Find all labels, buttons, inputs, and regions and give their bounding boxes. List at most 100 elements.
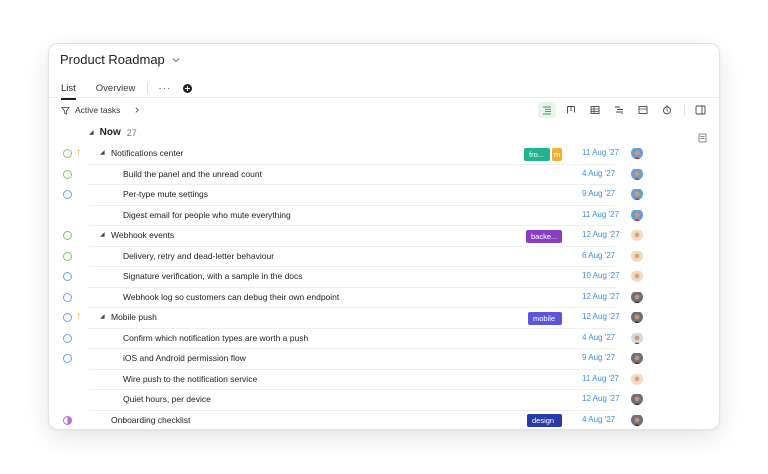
due-date[interactable]: 4 Aug '27 [582,415,615,424]
due-date[interactable]: 12 Aug '27 [582,394,620,403]
collapse-caret-icon[interactable]: ◢ [89,129,94,136]
status-circle-icon[interactable] [63,415,72,425]
assignee-avatar[interactable] [631,147,643,159]
due-date[interactable]: 11 Aug '27 [582,210,619,219]
due-date[interactable]: 11 Aug '27 [582,374,619,383]
assignee-avatar[interactable] [631,270,643,282]
view-tabs: List Overview ··· [61,79,193,100]
tag-badge[interactable]: design [527,414,562,427]
task-name[interactable]: Webhook events [111,230,174,240]
task-name[interactable]: Confirm which notification types are wor… [123,333,308,343]
tabs-divider [49,97,719,98]
status-circle-icon[interactable] [63,251,72,261]
panel-toggle-icon[interactable] [691,102,709,118]
chevron-right-icon[interactable] [133,106,141,114]
task-row[interactable]: Digest email for people who mute everyth… [49,206,719,227]
task-row[interactable]: Onboarding checklist design 4 Aug '27 [49,411,719,430]
page-title: Product Roadmap [60,52,165,67]
status-circle-icon[interactable] [63,354,72,363]
note-icon[interactable] [698,133,707,143]
status-circle-icon[interactable] [63,292,72,302]
task-row[interactable]: Confirm which notification types are wor… [49,329,719,350]
assignee-avatar[interactable] [631,209,643,221]
task-name[interactable]: Digest email for people who mute everyth… [123,210,291,220]
task-name[interactable]: Signature verification, with a sample in… [123,271,303,281]
task-row[interactable]: Webhook log so customers can debug their… [49,288,719,309]
assignee-avatar[interactable] [631,250,643,262]
table-view-icon[interactable] [586,102,604,118]
status-circle-icon[interactable] [63,272,72,281]
page-header: Product Roadmap [60,52,181,67]
group-name: Now [99,127,121,138]
task-list: ↑ ◢ Notifications center m fro... 11 Aug '27 B… [49,144,719,430]
timeline-view-icon[interactable] [610,102,628,118]
task-name[interactable]: Onboarding checklist [111,415,190,425]
priority-arrow-icon: ↑ [76,147,81,158]
due-date[interactable]: 12 Aug '27 [582,292,620,301]
due-date[interactable]: 10 Aug '27 [582,271,620,280]
task-row[interactable]: Delivery, retry and dead-letter behaviou… [49,247,719,268]
filter-bar[interactable]: Active tasks [61,105,141,115]
task-name[interactable]: Mobile push [111,312,157,322]
chevron-down-icon[interactable] [171,55,181,65]
status-circle-icon[interactable] [63,169,72,179]
tag-badge[interactable]: mobile [528,311,562,325]
due-date[interactable]: 12 Aug '27 [582,312,620,321]
list-view-icon[interactable] [538,102,556,118]
assignee-avatar[interactable] [631,414,643,426]
due-date[interactable]: 6 Aug '27 [582,251,615,260]
tag-badge[interactable]: fro... [524,147,550,161]
more-tabs-button[interactable]: ··· [158,83,171,94]
assignee-avatar[interactable] [631,188,643,200]
group-header-now[interactable]: ◢ Now 27 [89,127,137,138]
assignee-avatar[interactable] [631,373,643,385]
calendar-view-icon[interactable] [634,102,652,118]
expand-caret-icon[interactable]: ◢ [100,149,105,156]
task-row[interactable]: Signature verification, with a sample in… [49,267,719,288]
add-tab-icon[interactable] [183,83,193,93]
task-row[interactable]: ↑ ◢ Mobile push mobile 12 Aug '27 [49,308,719,329]
due-date[interactable]: 9 Aug '27 [582,353,615,362]
task-name[interactable]: Wire push to the notification service [123,374,257,384]
status-circle-icon[interactable] [63,313,72,322]
status-circle-icon[interactable] [63,149,72,158]
task-name[interactable]: iOS and Android permission flow [123,353,246,363]
assignee-avatar[interactable] [631,168,643,180]
task-name[interactable]: Notifications center [111,148,183,158]
assignee-avatar[interactable] [631,291,643,303]
due-date[interactable]: 4 Aug '27 [582,169,615,178]
task-row[interactable]: ◢ Webhook events backe... 12 Aug '27 [49,226,719,247]
board-view-icon[interactable] [562,102,580,118]
task-row[interactable]: ↑ ◢ Notifications center m fro... 11 Aug '27 [49,144,719,165]
clock-icon[interactable] [658,102,676,118]
task-row[interactable]: iOS and Android permission flow 9 Aug '27 [49,349,719,370]
expand-caret-icon[interactable]: ◢ [100,313,105,320]
assignee-avatar[interactable] [631,229,643,241]
task-row[interactable]: Wire push to the notification service 11 … [49,370,719,391]
due-date[interactable]: 9 Aug '27 [582,189,615,198]
task-name[interactable]: Quiet hours, per device [123,394,211,404]
task-row[interactable]: Quiet hours, per device 12 Aug '27 [49,390,719,411]
due-date[interactable]: 12 Aug '27 [582,230,620,239]
task-name[interactable]: Delivery, retry and dead-letter behaviou… [123,251,274,261]
assignee-avatar[interactable] [631,332,643,344]
task-row[interactable]: Build the panel and the unread count 4 Au… [49,165,719,186]
expand-caret-icon[interactable]: ◢ [100,231,105,238]
due-date[interactable]: 4 Aug '27 [582,333,615,342]
status-circle-icon[interactable] [63,333,72,343]
task-row[interactable]: Per-type mute settings 9 Aug '27 [49,185,719,206]
due-date[interactable]: 11 Aug '27 [582,148,619,157]
task-name[interactable]: Webhook log so customers can debug their… [123,292,339,302]
tab-list[interactable]: List [61,83,76,100]
tab-overview[interactable]: Overview [96,83,136,94]
tag-badge[interactable]: m [552,147,562,161]
view-toolbar [532,102,709,118]
task-name[interactable]: Per-type mute settings [123,189,208,199]
status-circle-icon[interactable] [63,190,72,199]
assignee-avatar[interactable] [631,352,643,364]
task-name[interactable]: Build the panel and the unread count [123,169,262,179]
tag-badge[interactable]: backe... [526,229,562,243]
assignee-avatar[interactable] [631,311,643,323]
status-circle-icon[interactable] [63,231,72,240]
assignee-avatar[interactable] [631,393,643,405]
